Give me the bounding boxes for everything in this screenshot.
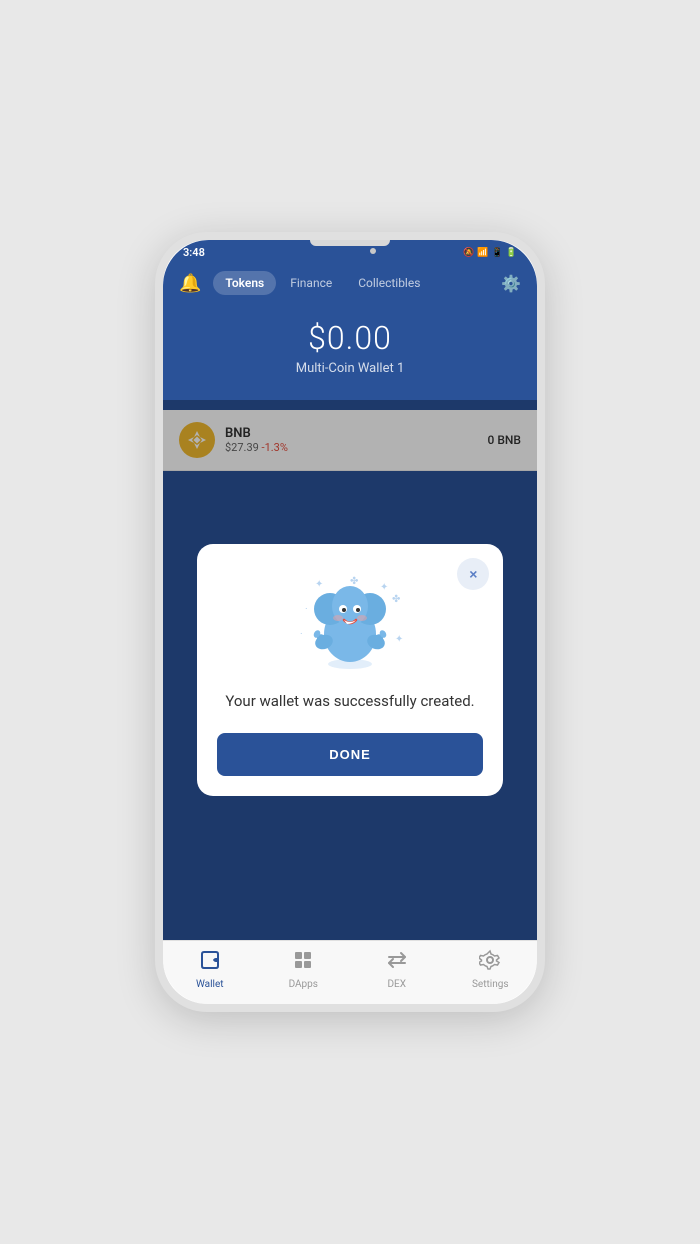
wallet-name: Multi-Coin Wallet 1 xyxy=(179,361,521,376)
dex-nav-icon xyxy=(386,949,408,976)
dapps-nav-icon xyxy=(292,949,314,976)
phone-frame: 3:48 🔕 📶 📱 🔋 🔔 Tokens Finance Collectibl… xyxy=(155,232,545,1012)
nav-settings-label: Settings xyxy=(472,979,509,990)
modal-close-button[interactable]: × xyxy=(457,558,489,590)
phone-screen: 3:48 🔕 📶 📱 🔋 🔔 Tokens Finance Collectibl… xyxy=(163,240,537,1004)
nav-dapps[interactable]: DApps xyxy=(257,949,351,990)
wallet-nav-icon xyxy=(199,949,221,976)
modal-card: × ✦ ✤ ✦ · ✤ · ✦ xyxy=(197,544,504,796)
wallet-amount: $0.00 xyxy=(179,319,521,357)
settings-nav-icon xyxy=(479,949,501,976)
notch xyxy=(310,240,390,246)
status-icon-battery: 🔋 xyxy=(506,248,517,258)
nav-settings[interactable]: Settings xyxy=(444,949,538,990)
camera-dot xyxy=(370,248,376,254)
modal-mascot: ✦ ✤ ✦ · ✤ · ✦ xyxy=(300,574,400,674)
nav-wallet[interactable]: Wallet xyxy=(163,949,257,990)
mascot-svg xyxy=(300,574,400,674)
bottom-nav: Wallet DApps xyxy=(163,940,537,1004)
nav-dex-label: DEX xyxy=(387,979,406,990)
status-icons: 🔕 📶 📱 🔋 xyxy=(463,248,517,258)
nav-wallet-label: Wallet xyxy=(196,979,224,990)
modal-overlay: × ✦ ✤ ✦ · ✤ · ✦ xyxy=(163,400,537,940)
main-content: BNB $27.39 -1.3% 0 BNB × xyxy=(163,400,537,940)
tab-collectibles[interactable]: Collectibles xyxy=(346,271,432,295)
status-time: 3:48 xyxy=(183,246,205,259)
header-nav: 🔔 Tokens Finance Collectibles ⚙️ xyxy=(163,263,537,303)
done-button[interactable]: DONE xyxy=(217,733,484,776)
wallet-header: $0.00 Multi-Coin Wallet 1 xyxy=(163,303,537,400)
bell-icon[interactable]: 🔔 xyxy=(179,273,201,294)
status-icon-wifi: 📶 xyxy=(477,248,488,258)
tab-finance[interactable]: Finance xyxy=(278,271,344,295)
modal-message: Your wallet was successfully created. xyxy=(225,690,474,713)
nav-dex[interactable]: DEX xyxy=(350,949,444,990)
filter-icon[interactable]: ⚙️ xyxy=(501,274,521,293)
status-icon-signal: 📱 xyxy=(492,248,503,258)
tab-tokens[interactable]: Tokens xyxy=(213,271,276,295)
nav-dapps-label: DApps xyxy=(289,979,318,990)
tab-group: Tokens Finance Collectibles xyxy=(213,271,493,295)
status-icon-mute: 🔕 xyxy=(463,248,474,258)
